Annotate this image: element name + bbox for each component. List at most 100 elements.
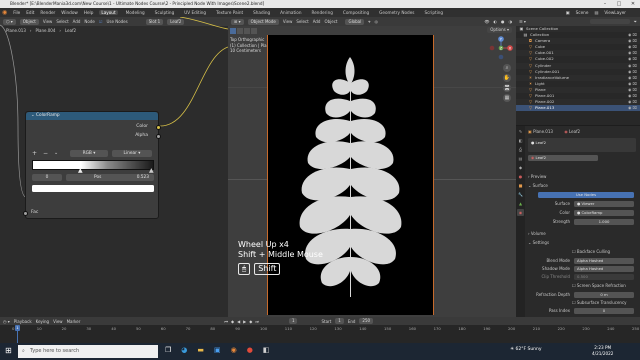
file-explorer-icon[interactable]: ▬	[197, 346, 204, 354]
editor-type-button[interactable]: ◷ ▾	[3, 319, 10, 324]
render-tab-icon[interactable]: ◧	[517, 137, 524, 144]
select-mode-icon[interactable]	[237, 28, 243, 34]
use-nodes-button[interactable]: Use Nodes	[538, 192, 634, 198]
menu-help[interactable]: Help	[84, 10, 94, 15]
section-preview[interactable]: › Preview	[528, 174, 638, 179]
ramp-menu-button[interactable]: ⌄	[54, 150, 58, 156]
color-input-field[interactable]: ● ColorRamp	[574, 210, 634, 216]
stop-color-swatch[interactable]	[32, 185, 154, 192]
shading-solid-icon[interactable]: ●	[501, 19, 505, 24]
jump-end-icon[interactable]: ⏭	[255, 319, 259, 324]
material-slot-list[interactable]: ● Leaf2	[528, 138, 636, 152]
clip-threshold-field[interactable]: 0.500	[574, 274, 634, 280]
menu-window[interactable]: Window	[61, 10, 78, 15]
visibility-icon[interactable]: 👁	[484, 19, 489, 24]
menu-object[interactable]: Object	[324, 19, 337, 24]
tab-scripting[interactable]: Scripting	[422, 10, 445, 15]
pass-index-field[interactable]: 0	[574, 308, 634, 314]
blend-mode-dropdown[interactable]: Alpha Hashed	[574, 258, 634, 264]
tab-shading[interactable]: Shading	[251, 10, 272, 15]
overlays-icon[interactable]: ◐	[494, 19, 498, 24]
zoom-icon[interactable]: ⌕	[503, 64, 511, 72]
output-alpha-socket[interactable]	[156, 134, 161, 139]
color-stop-handle[interactable]: ▲	[78, 167, 83, 174]
prev-key-icon[interactable]: ◆	[231, 319, 234, 324]
select-box-icon[interactable]	[230, 28, 236, 34]
maximize-button[interactable]: □	[612, 0, 626, 8]
timeline-ruler[interactable]: 0 10 20 30 40 50 60 70 80 90 100 110 120 130 140 150 160…	[0, 325, 640, 343]
shadow-mode-dropdown[interactable]: Alpha Hashed	[574, 266, 634, 272]
menu-playback[interactable]: Playback	[14, 319, 32, 324]
menu-keying[interactable]: Keying	[36, 319, 49, 324]
menu-render[interactable]: Render	[40, 10, 55, 15]
play-icon[interactable]: ▶	[243, 319, 246, 324]
menu-file[interactable]: File	[13, 10, 20, 15]
blender-logo-icon[interactable]: ◉	[2, 9, 7, 16]
world-tab-icon[interactable]: ●	[517, 173, 524, 180]
output-color-socket[interactable]	[156, 125, 161, 130]
remove-stop-button[interactable]: −	[43, 150, 48, 157]
weather-widget[interactable]: ☀ 62°F Sunny	[510, 347, 542, 352]
task-view-icon[interactable]: ❐	[165, 346, 171, 354]
node-editor[interactable]: ⬡ ▾ Object View Select Add Node ☑ Use No…	[0, 17, 228, 317]
close-button[interactable]: ✕	[626, 0, 640, 8]
end-frame-field[interactable]: 250	[359, 318, 374, 324]
shading-material-icon[interactable]: ◑	[509, 19, 517, 24]
menu-edit[interactable]: Edit	[26, 10, 34, 15]
play-reverse-icon[interactable]: ◀	[237, 319, 240, 324]
color-stop-handle[interactable]: ▲	[149, 167, 154, 174]
colorramp-node[interactable]: ⌄ ColorRamp Color Alpha + − ⌄ RGB ▾ Line…	[23, 111, 161, 219]
tab-rendering[interactable]: Rendering	[310, 10, 335, 15]
select-mode-icon[interactable]	[244, 28, 250, 34]
material-tab-icon[interactable]: ◉	[517, 209, 524, 216]
tab-geometry-nodes[interactable]: Geometry Nodes	[377, 10, 416, 15]
navigation-gizmo[interactable]: X Y Z	[489, 36, 513, 60]
gradient-ramp-bar[interactable]	[32, 160, 154, 170]
app-icon[interactable]: ◧	[263, 346, 270, 354]
tab-sculpting[interactable]: Sculpting	[153, 10, 177, 15]
menu-add[interactable]: Add	[313, 19, 321, 24]
tab-texture-paint[interactable]: Texture Paint	[214, 10, 245, 15]
menu-view[interactable]: View	[283, 19, 293, 24]
node-title-bar[interactable]: ⌄ ColorRamp	[26, 112, 158, 120]
camera-view-icon[interactable]: ◙	[503, 84, 511, 92]
properties-panel[interactable]: ✎ ◧ ⎙ ▤ ◆ ● ■ 🔧 ▲ ◉ ▣ Plane.013 ◉ Leaf2 …	[516, 126, 640, 317]
recorder-icon[interactable]: ●	[247, 346, 253, 354]
surface-shader-field[interactable]: ● Viewer	[574, 201, 634, 207]
filter-icon[interactable]: ⏷	[634, 19, 640, 24]
tab-animation[interactable]: Animation	[278, 10, 303, 15]
stop-position-field[interactable]: Pos 0.523	[66, 174, 154, 181]
view-layer-selector[interactable]: ViewLayer	[604, 10, 640, 15]
screen-space-refraction-checkbox[interactable]: ☐ Screen Space Refraction	[572, 283, 640, 288]
outliner-panel[interactable]: ☰ ▾ ⏷ ▣ Scene Collection ▤ Collection ◉ ⌧ ◘…	[516, 17, 640, 125]
start-frame-field[interactable]: 1	[335, 318, 344, 324]
visibility-eye-icon[interactable]: ◉ ⌧	[628, 105, 640, 111]
menu-marker[interactable]: Marker	[67, 319, 81, 324]
minimize-button[interactable]: –	[598, 0, 612, 8]
tab-modeling[interactable]: Modeling	[124, 10, 147, 15]
strength-field[interactable]: 1.000	[574, 219, 634, 225]
menu-select[interactable]: Select	[296, 19, 308, 24]
scene-tab-icon[interactable]: ◆	[517, 164, 524, 171]
backface-culling-checkbox[interactable]: ☐ Backface Culling	[572, 249, 640, 254]
menu-view[interactable]: View	[53, 319, 63, 324]
tab-compositing[interactable]: Compositing	[341, 10, 371, 15]
material-slot-item[interactable]: ● Leaf2	[531, 140, 546, 146]
pan-hand-icon[interactable]: ✋	[503, 74, 511, 82]
interpolation-dropdown[interactable]: Linear ▾	[112, 150, 152, 157]
tool-tab-icon[interactable]: ✎	[517, 128, 524, 135]
material-datablock-selector[interactable]: ◉ Leaf2	[528, 155, 598, 161]
options-dropdown[interactable]: Options ▾	[487, 27, 512, 33]
blender-taskbar-icon[interactable]: ◉	[231, 346, 237, 354]
next-key-icon[interactable]: ◆	[249, 319, 252, 324]
subsurface-translucency-checkbox[interactable]: ☐ Subsurface Translucency	[572, 300, 640, 305]
jump-start-icon[interactable]: ⏮	[224, 319, 228, 324]
stop-index-field[interactable]: 0	[32, 174, 62, 181]
output-tab-icon[interactable]: ⎙	[517, 146, 524, 153]
perspective-grid-icon[interactable]: ▦	[503, 94, 511, 102]
taskbar-search-box[interactable]: ⌕ Type here to search	[18, 345, 158, 358]
scene-selector[interactable]: Scene	[576, 10, 589, 15]
orientation-dropdown[interactable]: Global	[345, 18, 365, 25]
object-tab-icon[interactable]: ■	[517, 182, 524, 189]
modifier-tab-icon[interactable]: 🔧	[517, 191, 524, 198]
